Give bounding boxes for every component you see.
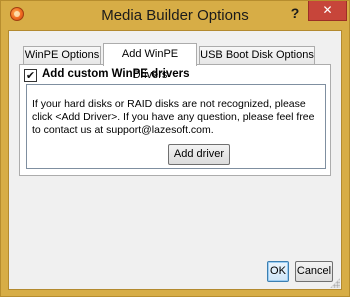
title-bar[interactable]: Media Builder Options ? ✕ [1, 1, 349, 29]
tab-add-winpe-drivers[interactable]: Add WinPE Drivers [103, 43, 197, 81]
driver-group-box: If your hard disks or RAID disks are not… [26, 84, 326, 169]
close-button[interactable]: ✕ [308, 1, 347, 21]
close-icon: ✕ [322, 3, 333, 17]
add-custom-drivers-checkbox[interactable]: ✔ [24, 69, 37, 82]
dialog-window: Media Builder Options ? ✕ WinPE Options … [0, 0, 350, 297]
tab-usb-boot-disk-options[interactable]: USB Boot Disk Options [199, 46, 315, 65]
dialog-client-area: WinPE Options Add WinPE Drivers USB Boot… [8, 30, 342, 290]
add-drivers-panel: ✔ Add custom WinPE drivers If your hard … [19, 64, 331, 176]
driver-info-text: If your hard disks or RAID disks are not… [32, 98, 315, 136]
add-driver-button[interactable]: Add driver [168, 144, 230, 165]
cancel-button[interactable]: Cancel [295, 261, 333, 282]
help-button[interactable]: ? [285, 3, 305, 23]
ok-button[interactable]: OK [267, 261, 289, 282]
tab-winpe-options[interactable]: WinPE Options [23, 46, 101, 65]
